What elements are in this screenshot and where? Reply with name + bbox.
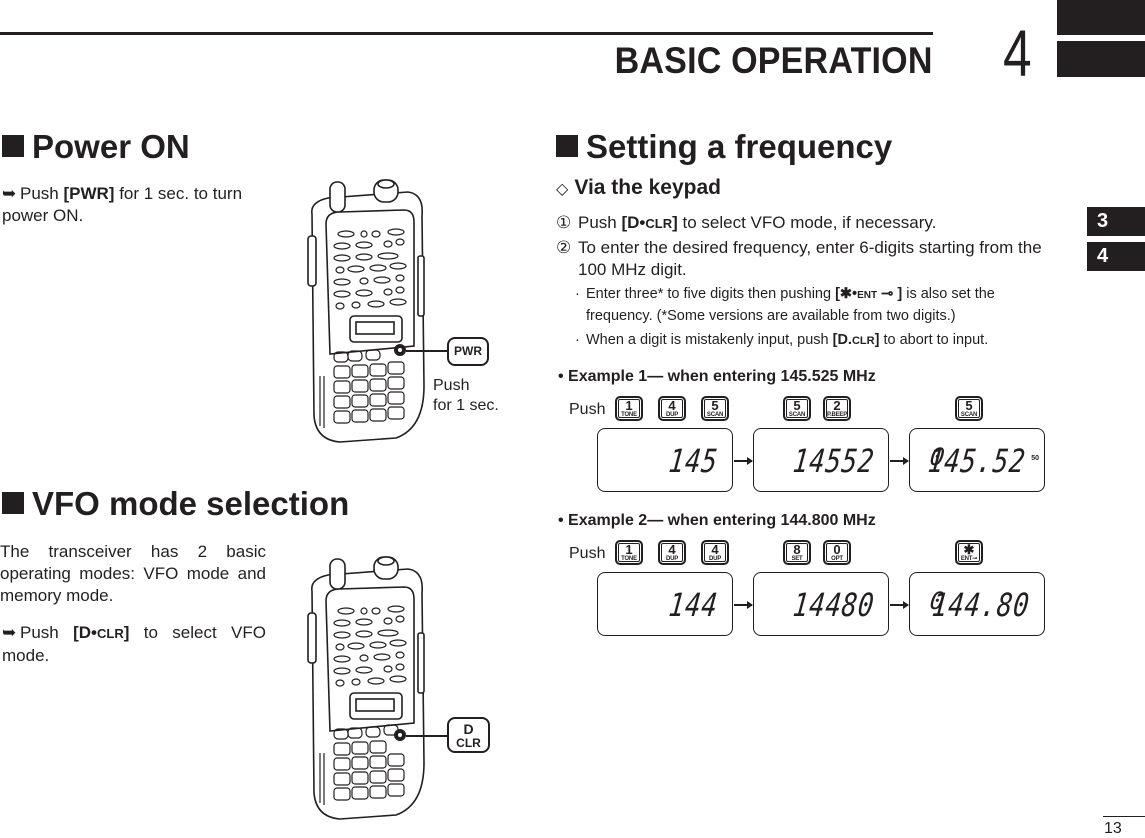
lcd-display: 0 144.80 — [909, 572, 1045, 636]
arrow-right-icon — [734, 457, 753, 464]
keypad-key-4: 4 DUP — [658, 396, 686, 421]
key-label: DUP — [708, 556, 722, 562]
setting-frequency-heading: Setting a frequency — [556, 128, 892, 166]
key-number: 4 — [668, 398, 676, 413]
lcd-frequency: 144 — [667, 586, 721, 624]
arrow-right-icon: ➥ — [2, 623, 17, 642]
lcd-display: 0 145.52 50 — [909, 428, 1045, 492]
example-title: • Example 2— when entering 144.800 MHz — [558, 512, 876, 529]
lcd-frequency: 145.52 — [926, 442, 1029, 480]
lcd-frequency: 14552 — [790, 442, 877, 480]
push-caption: Push for 1 sec. — [433, 377, 499, 414]
key-number: ✱ — [963, 542, 975, 557]
chapter-number: 4 — [1003, 16, 1032, 90]
key-label: TONE — [621, 412, 637, 418]
key-label: SCAN — [706, 412, 724, 418]
arrow-right-icon — [890, 457, 909, 464]
dclr-key-ref: [D•CLR] — [73, 623, 130, 642]
side-tab-chapter-4[interactable]: 4 — [1087, 242, 1145, 271]
vfo-mode-heading: VFO mode selection — [2, 485, 349, 523]
section-square-icon — [2, 135, 24, 157]
arrow-right-icon — [734, 601, 753, 608]
keypad-key-✱: ✱ ENT⊸ — [955, 540, 983, 565]
page-number: 13 — [1104, 820, 1122, 837]
side-tab-chapter-3[interactable]: 3 — [1087, 207, 1145, 236]
lcd-display: 144 — [597, 572, 733, 636]
key-number: 2 — [833, 398, 841, 413]
key-label: SCAN — [960, 412, 978, 418]
key-number: 1 — [625, 542, 633, 557]
keypad-key-8: 8 SET — [783, 540, 811, 565]
vfo-mode-instruction: ➥ Push [D•CLR] to select VFO mode. — [2, 623, 266, 665]
key-label: TONE — [621, 556, 637, 562]
vfo-mode-description: The transceiver has 2 basic operating mo… — [0, 542, 266, 605]
chapter-block-top — [1057, 0, 1145, 35]
arrow-right-icon: ➥ — [2, 184, 17, 203]
keypad-key-5: 5 SCAN — [701, 396, 729, 421]
diamond-icon: ◇ — [556, 181, 569, 198]
section-square-icon — [556, 135, 578, 157]
key-number: 1 — [625, 398, 633, 413]
dclr-leader-line — [406, 735, 448, 737]
note-enter-digits: · Enter three* to five digits then pushin… — [575, 286, 995, 324]
key-label: SET — [791, 556, 803, 562]
key-number: 0 — [833, 542, 841, 557]
key-label: ENT⊸ — [960, 556, 978, 562]
lcd-display: 14552 — [753, 428, 889, 492]
key-number: 5 — [965, 398, 973, 413]
key-icon: ⊸ — [881, 286, 894, 302]
lcd-frequency: 144.80 — [930, 586, 1033, 624]
keypad-key-1: 1 TONE — [615, 540, 643, 565]
step-1: ① Push [D•CLR] to select VFO mode, if nec… — [556, 213, 937, 232]
keypad-key-2: 2 P.BEEP — [823, 396, 851, 421]
step-2: ② To enter the desired frequency, enter 6… — [556, 238, 1042, 279]
key-number: 4 — [711, 542, 719, 557]
pwr-key-ref: [PWR] — [63, 184, 115, 203]
keypad-key-0: 0 OPT — [823, 540, 851, 565]
key-label: SCAN — [788, 412, 806, 418]
push-label: Push — [569, 545, 606, 562]
dclr-key-badge: D CLR — [447, 717, 490, 753]
lcd-display: 145 — [597, 428, 733, 492]
via-keypad-subheading: ◇ Via the keypad — [556, 176, 721, 199]
header-rule — [0, 32, 933, 35]
key-label: OPT — [831, 556, 843, 562]
key-label: P.BEEP — [826, 412, 848, 418]
arrow-right-icon — [890, 601, 909, 608]
radio-illustration-vfo — [307, 556, 425, 820]
power-on-instruction: ➥ Push [PWR] for 1 sec. to turn power ON. — [2, 184, 243, 225]
power-on-heading: Power ON — [2, 128, 190, 166]
chapter-block-bottom — [1057, 41, 1145, 77]
lcd-frequency: 145 — [667, 442, 721, 480]
lcd-frequency: 14480 — [790, 586, 877, 624]
lcd-display: 14480 — [753, 572, 889, 636]
pwr-key-badge: PWR — [447, 337, 489, 366]
keypad-key-1: 1 TONE — [615, 396, 643, 421]
page-number-rule — [1103, 816, 1145, 817]
key-number: 5 — [793, 398, 801, 413]
pwr-leader-line — [406, 350, 448, 352]
keypad-key-4: 4 DUP — [658, 540, 686, 565]
key-label: DUP — [665, 556, 679, 562]
keypad-key-5: 5 SCAN — [955, 396, 983, 421]
note-abort-input: · When a digit is mistakenly input, push … — [575, 332, 989, 348]
radio-illustration-power — [307, 179, 425, 443]
key-number: 5 — [711, 398, 719, 413]
key-number: 8 — [793, 542, 801, 557]
key-number: 4 — [668, 542, 676, 557]
key-label: DUP — [665, 412, 679, 418]
lcd-sub-digits: 50 — [1031, 455, 1039, 462]
keypad-key-4: 4 DUP — [701, 540, 729, 565]
keypad-key-5: 5 SCAN — [783, 396, 811, 421]
example-title: • Example 1— when entering 145.525 MHz — [558, 368, 876, 385]
push-label: Push — [569, 401, 606, 418]
section-square-icon — [2, 492, 24, 514]
chapter-title: BASIC OPERATION — [615, 40, 933, 81]
